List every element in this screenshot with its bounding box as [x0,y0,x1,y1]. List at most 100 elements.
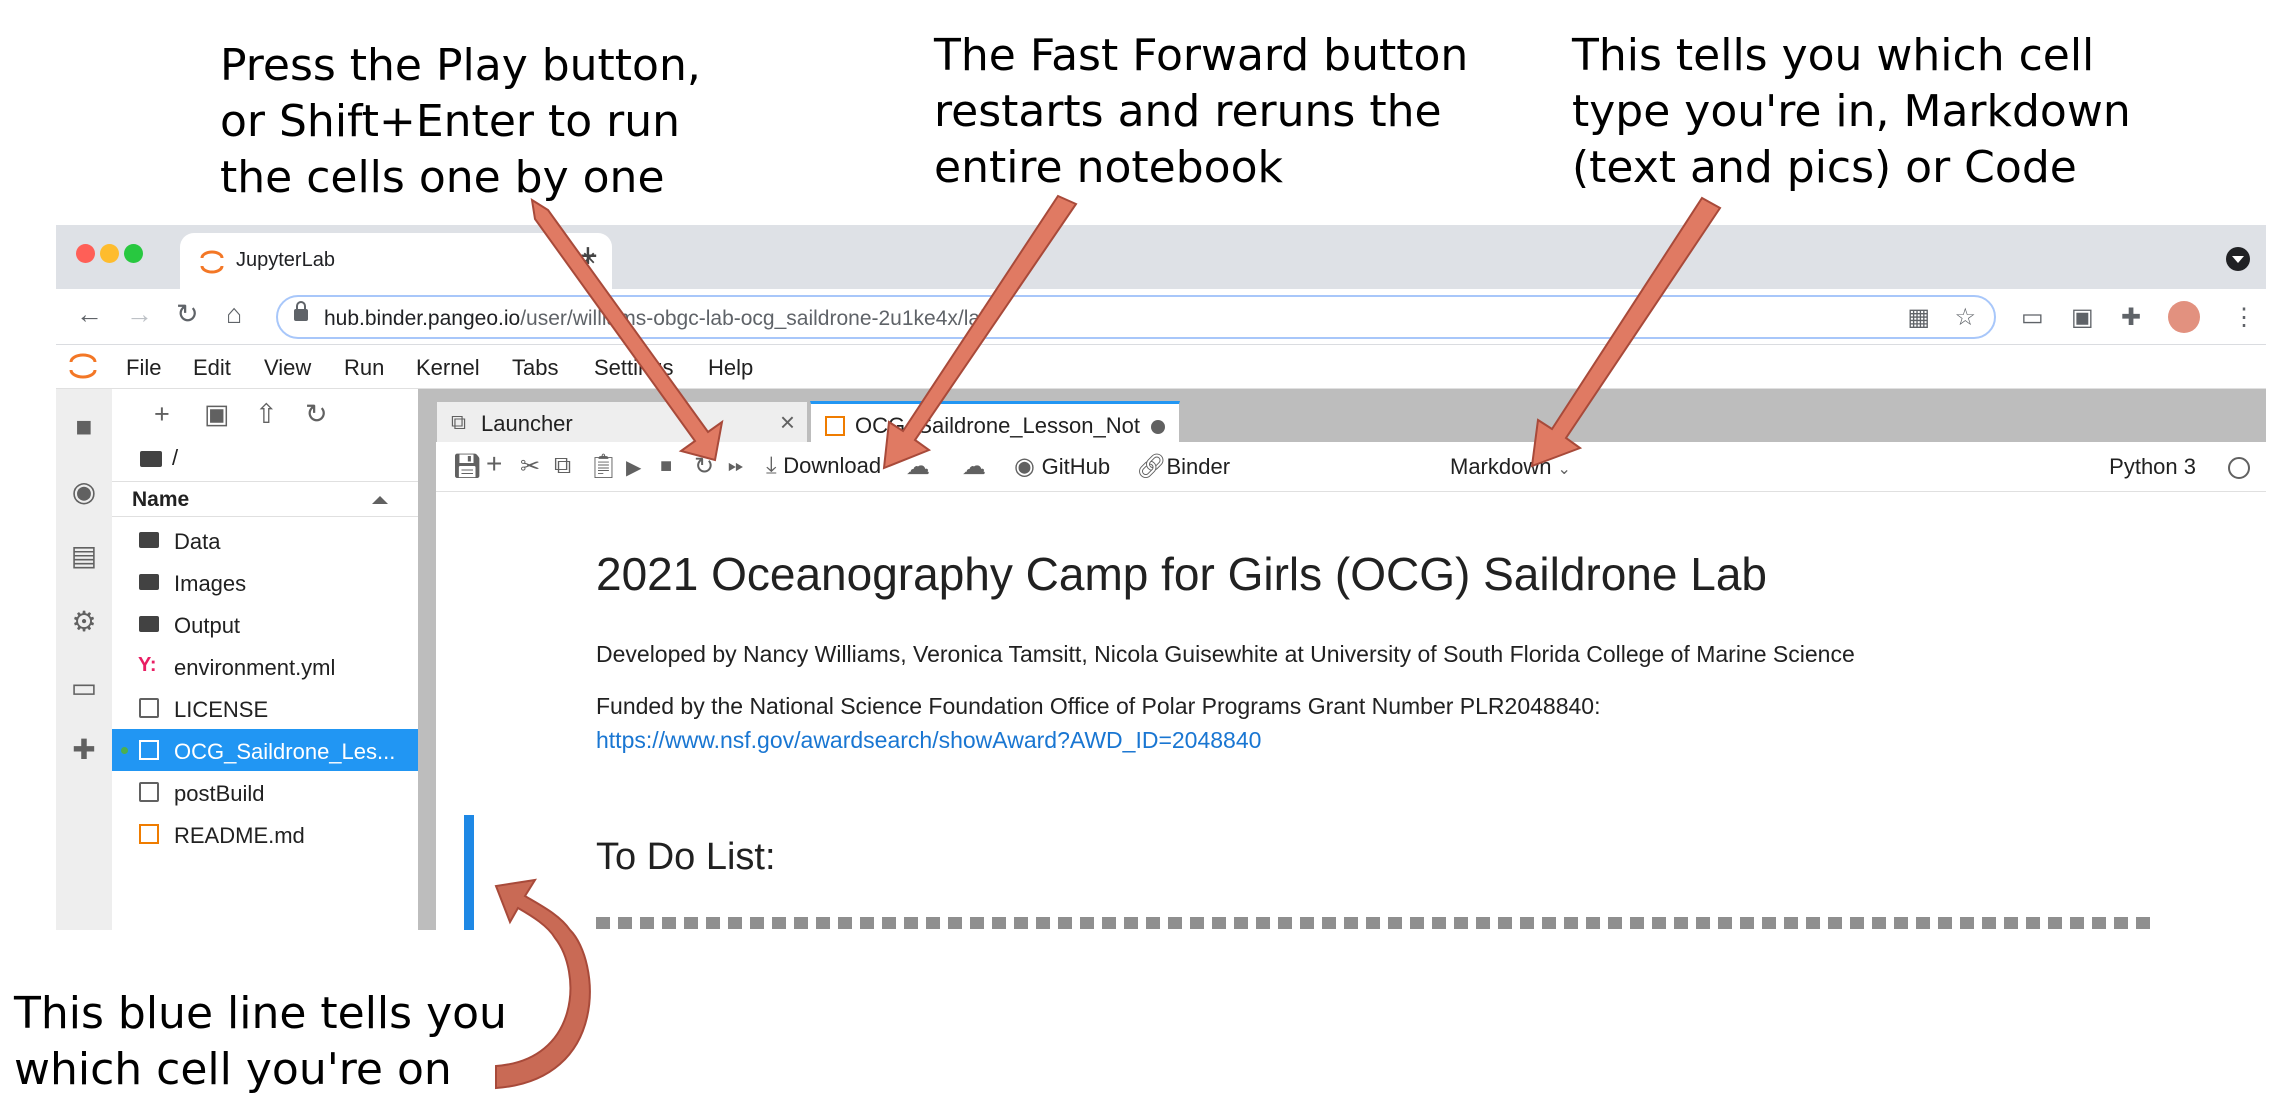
cloud-download-icon[interactable]: ☁ [906,452,930,481]
notebook-panel: 💾︎ + ✂ ⧉ 📋︎ ▶ ■ ↻ ⏩︎ ⤓ Download ☁ ☁ ◉ Gi… [436,442,2266,930]
blue-line-annotation: This blue line tells you which cell you'… [14,988,507,1095]
github-button[interactable]: ◉ GitHub [1014,452,1110,481]
folder-icon[interactable]: ■ [56,411,112,443]
file-row-environment[interactable]: Y: environment.yml [112,645,418,687]
kernel-status-icon [2228,457,2250,479]
github-label: GitHub [1041,454,1111,479]
notebook-icon [825,416,845,436]
download-button[interactable]: ⤓ Download [766,452,881,480]
file-name: postBuild [174,781,265,806]
new-launcher-icon[interactable]: + [154,399,170,430]
commands-icon[interactable]: ▤ [56,539,112,572]
document-tabbar: ⧉ Launcher × OCG_Saildrone_Lesson_Not [436,401,2266,443]
binder-button[interactable]: 🔗︎Binder [1136,452,1230,481]
unsaved-dot-icon[interactable] [1151,420,1165,434]
copy-icon[interactable]: ⧉ [554,452,571,480]
file-row-notebook[interactable]: OCG_Saildrone_Les... [112,729,418,771]
file-row-license[interactable]: LICENSE [112,687,418,729]
menu-settings[interactable]: Settings [594,355,674,381]
file-name: OCG_Saildrone_Les... [174,739,396,764]
fast-forward-icon[interactable]: ⏩︎ [728,455,744,478]
settings-gears-icon[interactable]: ⚙ [56,605,112,638]
breadcrumb-path: / [172,445,179,470]
address-bar[interactable]: hub.binder.pangeo.io/user/williams-obgc-… [276,295,1996,339]
save-icon[interactable]: 💾︎ [452,452,482,481]
tab-notebook[interactable]: OCG_Saildrone_Lesson_Not [810,401,1180,443]
bookmark-star-icon[interactable]: ☆ [1954,303,1976,332]
insert-cell-icon[interactable]: + [486,448,502,480]
menu-kernel[interactable]: Kernel [416,355,480,381]
file-row-output[interactable]: Output [112,603,418,645]
home-icon[interactable]: ⌂ [226,299,242,330]
cell-type-dropdown[interactable]: Markdown ⌄ [1450,454,1571,480]
cut-icon[interactable]: ✂ [520,452,540,481]
tab-search-icon[interactable] [2226,247,2250,271]
notebook-content: 2021 Oceanography Camp for Girls (OCG) S… [436,493,2266,930]
file-row-postbuild[interactable]: postBuild [112,771,418,813]
file-row-data[interactable]: Data [112,519,418,561]
running-stop-icon[interactable]: ◉ [56,475,112,508]
stop-icon[interactable]: ■ [660,455,672,478]
menu-view[interactable]: View [264,355,311,381]
active-cell-indicator [464,815,474,930]
notebook-file-icon [139,740,159,760]
notebook-toolbar: 💾︎ + ✂ ⧉ 📋︎ ▶ ■ ↻ ⏩︎ ⤓ Download ☁ ☁ ◉ Gi… [436,442,2266,492]
main-dock-area: ⧉ Launcher × OCG_Saildrone_Lesson_Not 💾︎… [426,389,2266,930]
extensions-puzzle-icon[interactable]: ✚ [2121,303,2141,332]
file-name: Images [174,571,247,596]
menu-file[interactable]: File [126,355,161,381]
funded-by-text: Funded by the National Science Foundatio… [596,693,1601,719]
file-name: environment.yml [174,655,336,680]
notebook-title: 2021 Oceanography Camp for Girls (OCG) S… [596,548,1768,600]
paste-icon[interactable]: 📋︎ [588,452,618,481]
fast-forward-annotation: The Fast Forward button restarts and rer… [934,30,1469,193]
jupyter-favicon-icon [200,250,224,274]
menu-edit[interactable]: Edit [193,355,231,381]
play-annotation: Press the Play button, or Shift+Enter to… [220,40,701,203]
cloud-upload-icon[interactable]: ☁ [962,452,986,481]
run-play-icon[interactable]: ▶ [626,455,641,480]
file-list-header[interactable]: Name [112,481,418,517]
folder-icon [139,616,159,632]
file-row-readme[interactable]: README.md [112,813,418,855]
nsf-award-link[interactable]: https://www.nsf.gov/awardsearch/showAwar… [596,727,1261,754]
browser-tabstrip: JupyterLab × + [56,225,2266,289]
url-path: /user/williams-obgc-lab-ocg_saildrone-2u… [520,307,992,330]
folder-icon [140,451,162,467]
menu-run[interactable]: Run [344,355,384,381]
extensions-icon[interactable]: ✚ [56,733,112,766]
github-icon: ◉ [1014,453,1035,480]
close-tab-icon[interactable]: × [780,407,795,438]
extension-two-icon[interactable]: ▣ [2071,303,2094,332]
file-row-images[interactable]: Images [112,561,418,603]
refresh-icon[interactable]: ↻ [305,399,328,430]
browser-tab-title: JupyterLab [236,249,335,271]
restart-icon[interactable]: ↻ [694,452,714,481]
file-name: Output [174,613,241,638]
extension-one-icon[interactable]: ▭ [2021,303,2044,332]
breadcrumb[interactable]: / [140,445,178,471]
profile-avatar[interactable] [2168,301,2200,333]
forward-icon[interactable]: → [126,299,153,330]
minimize-window-button[interactable] [100,244,119,263]
cut-off-text-line [596,917,2156,929]
upload-icon[interactable]: ⇧ [255,399,278,430]
back-icon[interactable]: ← [76,299,103,330]
todo-heading: To Do List: [596,836,776,878]
browser-menu-icon[interactable]: ⋮ [2232,303,2256,332]
new-folder-icon[interactable]: ▣ [204,399,230,430]
maximize-window-button[interactable] [124,244,143,263]
browser-tab[interactable]: JupyterLab × [180,233,612,289]
yaml-file-icon: Y: [138,654,157,676]
new-tab-icon[interactable]: + [578,237,598,276]
tab-launcher[interactable]: ⧉ Launcher × [436,401,808,443]
close-window-button[interactable] [76,244,95,263]
tabs-icon[interactable]: ▭ [56,671,112,704]
reload-icon[interactable]: ↻ [176,299,199,330]
tab-label: Launcher [481,411,573,436]
qr-code-icon[interactable]: ▦ [1907,303,1930,332]
menu-help[interactable]: Help [708,355,753,381]
kernel-name[interactable]: Python 3 [2109,454,2196,480]
file-name: LICENSE [174,697,269,722]
menu-tabs[interactable]: Tabs [512,355,558,381]
